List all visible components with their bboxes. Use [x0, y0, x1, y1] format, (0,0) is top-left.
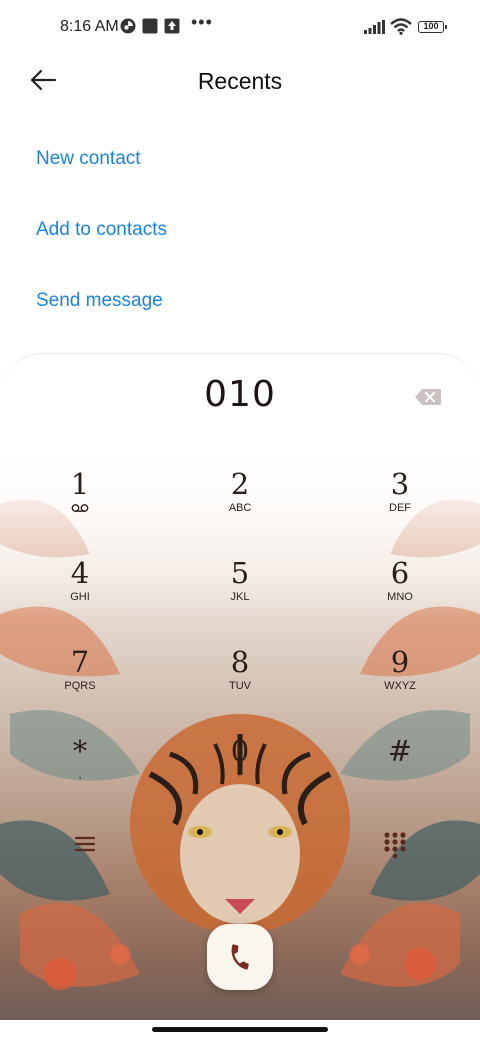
- signal-icon: [364, 20, 385, 34]
- key-8[interactable]: 8 TUV: [185, 646, 295, 726]
- backspace-icon: [415, 389, 441, 405]
- key-digit: 2: [230, 467, 250, 501]
- key-letters: MNO: [387, 591, 413, 603]
- key-digit: 8: [230, 645, 250, 679]
- key-3[interactable]: 3 DEF: [345, 468, 455, 548]
- key-digit: 9: [390, 645, 410, 679]
- backspace-button[interactable]: [414, 388, 442, 406]
- key-7[interactable]: 7 PQRS: [25, 646, 135, 726]
- key-digit: #: [387, 734, 413, 768]
- key-digit: 1: [70, 467, 90, 501]
- key-digit: 7: [70, 645, 90, 679]
- key-letters: DEF: [389, 502, 411, 514]
- more-dots-icon: •••: [191, 12, 213, 32]
- key-letters: TUV: [229, 680, 251, 692]
- key-digit: *: [72, 734, 88, 768]
- key-letters: WXYZ: [384, 680, 416, 692]
- key-letters: ABC: [228, 502, 252, 514]
- key-digit: 6: [390, 556, 410, 590]
- key-letters: JKL: [230, 591, 250, 603]
- key-9[interactable]: 9 WXYZ: [345, 646, 455, 726]
- dialpad-toggle-button[interactable]: [382, 830, 408, 859]
- battery-icon: 100: [418, 21, 447, 33]
- key-letters: GHI: [70, 591, 90, 603]
- key-0[interactable]: 0 +: [185, 735, 295, 815]
- key-5[interactable]: 5 JKL: [185, 557, 295, 637]
- call-button[interactable]: [207, 924, 273, 990]
- status-bar: 8:16 AM ••• 100: [0, 0, 480, 56]
- dialed-number: 010: [204, 374, 276, 415]
- send-message-link[interactable]: Send message: [36, 290, 163, 312]
- key-digit: 3: [390, 467, 410, 501]
- key-digit: 0: [230, 734, 250, 768]
- wifi-icon: [390, 18, 412, 35]
- key-1[interactable]: 1: [25, 468, 135, 548]
- add-to-contacts-link[interactable]: Add to contacts: [36, 219, 167, 241]
- status-time: 8:16 AM: [60, 18, 119, 35]
- menu-icon: [74, 836, 96, 852]
- upload-notification-icon: [164, 18, 180, 34]
- phone-icon: [231, 944, 249, 970]
- key-2[interactable]: 2 ABC: [185, 468, 295, 548]
- key-6[interactable]: 6 MNO: [345, 557, 455, 637]
- dialpad-panel: 010 1 2 ABC 3 DEF 4 GHI 5 JKL 6 MNO 7 PQ…: [0, 353, 480, 1021]
- key-hash[interactable]: #: [345, 735, 455, 815]
- key-digit: 5: [230, 556, 250, 590]
- voicemail-icon: [71, 504, 89, 512]
- key-letters: +: [236, 769, 244, 781]
- key-letters: ,: [78, 769, 82, 781]
- key-star[interactable]: * ,: [25, 735, 135, 815]
- key-digit: 4: [70, 556, 90, 590]
- new-contact-link[interactable]: New contact: [36, 148, 141, 170]
- menu-button[interactable]: [72, 832, 98, 856]
- page-title: Recents: [197, 68, 283, 94]
- navigation-bar: [0, 1020, 480, 1040]
- key-4[interactable]: 4 GHI: [25, 557, 135, 637]
- home-indicator[interactable]: [152, 1027, 328, 1032]
- square-notification-icon: [142, 18, 158, 34]
- header: Recents: [0, 56, 480, 108]
- app-notification-icon: [120, 18, 136, 34]
- dialpad-icon: [384, 832, 406, 859]
- key-letters: PQRS: [64, 680, 96, 692]
